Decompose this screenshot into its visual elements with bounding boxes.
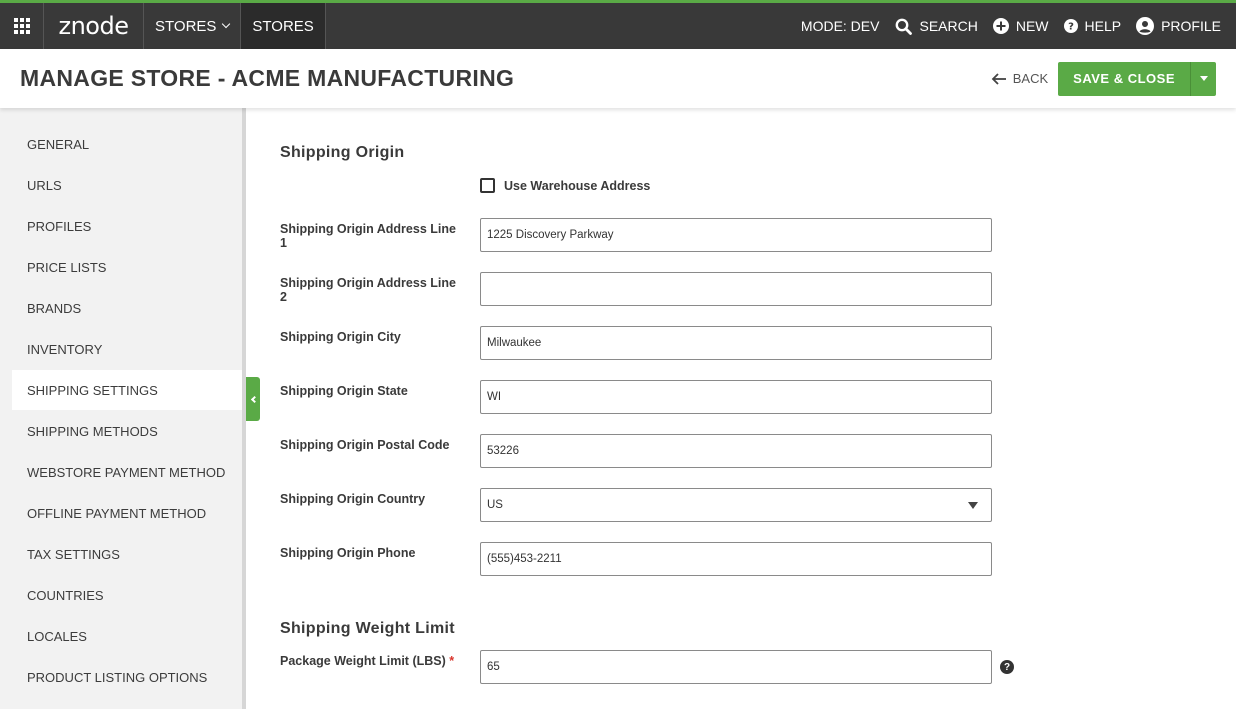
- search-link[interactable]: SEARCH: [895, 18, 978, 35]
- phone-label: Shipping Origin Phone: [280, 546, 416, 560]
- svg-text:?: ?: [1068, 22, 1074, 33]
- sidebar-item-countries[interactable]: COUNTRIES: [12, 575, 242, 615]
- address-line2-input[interactable]: [480, 272, 992, 306]
- nav-stores-dropdown[interactable]: STORES: [144, 3, 242, 49]
- package-weight-limit-label: Package Weight Limit (LBS) *: [280, 654, 465, 668]
- use-warehouse-address-option[interactable]: Use Warehouse Address: [480, 178, 650, 193]
- state-label: Shipping Origin State: [280, 384, 408, 398]
- settings-sidebar: GENERAL URLS PROFILES PRICE LISTS BRANDS…: [0, 108, 246, 709]
- grid-icon: [13, 18, 30, 34]
- postal-code-label: Shipping Origin Postal Code: [280, 438, 450, 452]
- sidebar-item-offline-payment-method[interactable]: OFFLINE PAYMENT METHOD: [12, 493, 242, 533]
- sidebar-collapse-toggle[interactable]: [246, 377, 260, 421]
- save-close-button[interactable]: SAVE & CLOSE: [1058, 61, 1190, 96]
- city-input[interactable]: [480, 326, 992, 360]
- sidebar-item-profiles[interactable]: PROFILES: [12, 206, 242, 246]
- country-label: Shipping Origin Country: [280, 492, 426, 506]
- new-link[interactable]: NEW: [992, 18, 1049, 34]
- page-header: MANAGE STORE - ACME MANUFACTURING BACK S…: [0, 49, 1236, 108]
- profile-label: PROFILE: [1161, 18, 1221, 34]
- package-weight-limit-label-text: Package Weight Limit (LBS): [280, 654, 446, 668]
- use-warehouse-address-checkbox[interactable]: [480, 178, 495, 193]
- arrow-left-icon: [991, 72, 1006, 85]
- page-title: MANAGE STORE - ACME MANUFACTURING: [20, 65, 515, 91]
- sidebar-item-locales[interactable]: LOCALES: [12, 616, 242, 656]
- sidebar-item-shipping-settings[interactable]: SHIPPING SETTINGS: [12, 370, 242, 410]
- caret-down-icon: [1199, 76, 1208, 81]
- back-button[interactable]: BACK: [991, 71, 1048, 86]
- user-circle-icon: [1136, 17, 1155, 35]
- sidebar-item-product-listing-options[interactable]: PRODUCT LISTING OPTIONS: [12, 657, 242, 697]
- new-label: NEW: [1015, 18, 1049, 34]
- sidebar-item-brands[interactable]: BRANDS: [12, 288, 242, 328]
- use-warehouse-address-label: Use Warehouse Address: [504, 178, 651, 193]
- app-grid-button[interactable]: [0, 3, 44, 49]
- address-line1-input[interactable]: [480, 218, 992, 252]
- search-label: SEARCH: [919, 18, 978, 34]
- city-label: Shipping Origin City: [280, 330, 401, 344]
- help-link[interactable]: ? HELP: [1063, 18, 1122, 34]
- znode-logo[interactable]: znode: [44, 3, 144, 49]
- profile-link[interactable]: PROFILE: [1136, 17, 1221, 35]
- help-label: HELP: [1084, 18, 1122, 34]
- package-weight-limit-input[interactable]: [480, 650, 992, 684]
- sidebar-item-tax-settings[interactable]: TAX SETTINGS: [12, 534, 242, 574]
- back-label: BACK: [1012, 71, 1049, 86]
- sidebar-item-urls[interactable]: URLS: [12, 165, 242, 205]
- nav-stores-dropdown-label: STORES: [155, 17, 217, 35]
- sidebar-item-price-lists[interactable]: PRICE LISTS: [12, 247, 242, 287]
- top-navbar: znode STORES STORES MODE: DEV SEARCH NEW…: [0, 0, 1236, 49]
- sidebar-item-shipping-methods[interactable]: SHIPPING METHODS: [12, 411, 242, 451]
- country-select[interactable]: US: [480, 488, 992, 522]
- state-input[interactable]: [480, 380, 992, 414]
- shipping-weight-limit-title: Shipping Weight Limit: [280, 620, 455, 637]
- save-options-dropdown[interactable]: [1190, 61, 1216, 96]
- search-icon: [895, 18, 913, 35]
- help-circle-icon: ?: [1063, 19, 1078, 33]
- country-selected-value: US: [487, 499, 503, 511]
- sidebar-item-general[interactable]: GENERAL: [12, 124, 242, 164]
- postal-code-input[interactable]: [480, 434, 992, 468]
- chevron-left-icon: [250, 395, 258, 403]
- nav-stores-active[interactable]: STORES: [241, 3, 326, 49]
- address-line2-label: Shipping Origin Address Line 2: [280, 276, 456, 304]
- caret-down-icon: [968, 501, 978, 509]
- question-icon[interactable]: ?: [1000, 660, 1014, 674]
- chevron-down-icon: [222, 19, 231, 29]
- sidebar-item-webstore-payment-method[interactable]: WEBSTORE PAYMENT METHOD: [12, 452, 242, 492]
- nav-stores-label: STORES: [252, 17, 314, 35]
- phone-input[interactable]: [480, 542, 992, 576]
- shipping-origin-title: Shipping Origin: [280, 144, 405, 161]
- address-line1-label: Shipping Origin Address Line 1: [280, 222, 456, 250]
- mode-indicator: MODE: DEV: [800, 18, 880, 34]
- main-content: Shipping Origin Use Warehouse Address Sh…: [250, 108, 1236, 709]
- plus-circle-icon: [992, 18, 1009, 34]
- sidebar-item-inventory[interactable]: INVENTORY: [12, 329, 242, 369]
- required-marker: *: [449, 654, 455, 668]
